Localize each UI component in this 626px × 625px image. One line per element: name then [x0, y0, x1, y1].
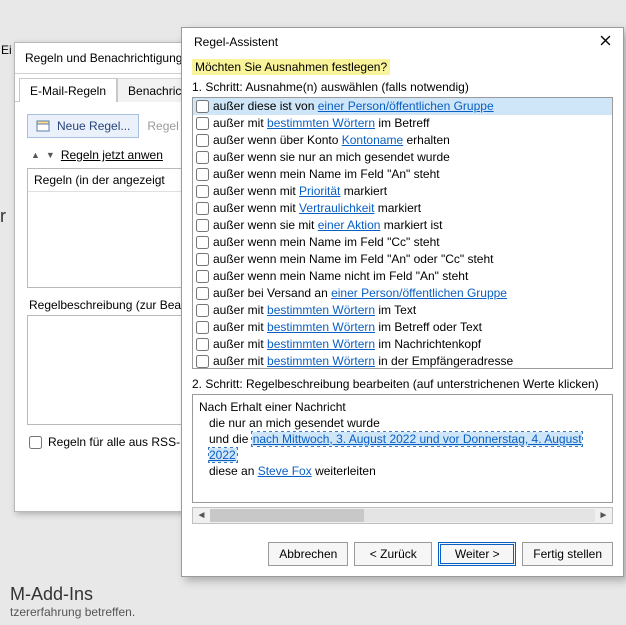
desc-line-4-post: weiterleiten: [312, 464, 376, 478]
footer-subtext: tzererfahrung betreffen.: [10, 605, 135, 619]
back-button[interactable]: < Zurück: [354, 542, 432, 566]
exception-value-link[interactable]: einer Person/öffentlichen Gruppe: [331, 286, 507, 300]
exception-value-link[interactable]: einer Person/öffentlichen Gruppe: [318, 99, 494, 113]
exception-checkbox[interactable]: [196, 168, 209, 181]
exception-value-link[interactable]: bestimmten Wörtern: [267, 337, 375, 351]
tab-email-rules[interactable]: E-Mail-Regeln: [19, 78, 117, 102]
exception-value-link[interactable]: bestimmten Wörtern: [267, 303, 375, 317]
exception-row[interactable]: außer wenn sie mit einer Aktion markiert…: [193, 217, 612, 234]
desc-line-1: Nach Erhalt einer Nachricht: [199, 399, 606, 415]
exception-row[interactable]: außer wenn mit Priorität markiert: [193, 183, 612, 200]
exception-checkbox[interactable]: [196, 100, 209, 113]
exception-checkbox[interactable]: [196, 304, 209, 317]
exception-checkbox[interactable]: [196, 151, 209, 164]
new-rule-icon: [36, 118, 52, 134]
exception-value-link[interactable]: bestimmten Wörtern: [267, 320, 375, 334]
step1-label: 1. Schritt: Ausnahme(n) auswählen (falls…: [192, 80, 613, 94]
scroll-track[interactable]: [210, 509, 595, 522]
exception-text: außer wenn mein Name im Feld "An" oder "…: [213, 252, 493, 267]
exception-checkbox[interactable]: [196, 355, 209, 368]
exception-row[interactable]: außer wenn mein Name im Feld "An" oder "…: [193, 251, 612, 268]
outer-title: Ei: [1, 43, 12, 57]
rss-checkbox-label: Regeln für alle aus RSS-Fe: [48, 435, 194, 449]
exception-value-link[interactable]: bestimmten Wörtern: [267, 116, 375, 130]
wizard-prompt: Möchten Sie Ausnahmen festlegen?: [192, 59, 390, 75]
exception-row[interactable]: außer wenn mein Name im Feld "An" steht: [193, 166, 612, 183]
forward-recipient-link[interactable]: Steve Fox: [258, 464, 312, 478]
close-button[interactable]: [596, 35, 614, 49]
rule-description-editor[interactable]: Nach Erhalt einer Nachricht die nur an m…: [192, 394, 613, 503]
exceptions-list[interactable]: außer diese ist von einer Person/öffentl…: [192, 97, 613, 369]
exception-row[interactable]: außer mit bestimmten Wörtern im Betreff: [193, 115, 612, 132]
bg-side-text: r: [0, 206, 6, 227]
exception-checkbox[interactable]: [196, 253, 209, 266]
cancel-button[interactable]: Abbrechen: [268, 542, 348, 566]
step2-label: 2. Schritt: Regelbeschreibung bearbeiten…: [192, 377, 613, 391]
up-triangle-icon[interactable]: ▲: [31, 150, 40, 160]
exception-checkbox[interactable]: [196, 202, 209, 215]
footer-heading: M-Add-Ins: [10, 584, 135, 605]
exception-text: außer wenn mit Vertraulichkeit markiert: [213, 201, 421, 216]
exception-row[interactable]: außer wenn sie nur an mich gesendet wurd…: [193, 149, 612, 166]
exception-row[interactable]: außer bei Versand an einer Person/öffent…: [193, 285, 612, 302]
exception-text: außer diese ist von einer Person/öffentl…: [213, 99, 494, 114]
exception-checkbox[interactable]: [196, 185, 209, 198]
scroll-left-arrow-icon[interactable]: ◄: [194, 510, 209, 521]
exception-text: außer mit bestimmten Wörtern im Text: [213, 303, 416, 318]
exception-row[interactable]: außer wenn mein Name im Feld "Cc" steht: [193, 234, 612, 251]
exception-row[interactable]: außer wenn über Konto Kontoname erhalten: [193, 132, 612, 149]
down-triangle-icon[interactable]: ▼: [46, 150, 55, 160]
exception-text: außer wenn sie nur an mich gesendet wurd…: [213, 150, 450, 165]
exception-value-link[interactable]: Vertraulichkeit: [299, 201, 374, 215]
exception-value-link[interactable]: bestimmten Wörtern: [267, 354, 375, 368]
exception-text: außer mit bestimmten Wörtern im Betreff: [213, 116, 430, 131]
desc-line-4-pre: diese an: [209, 464, 258, 478]
exception-text: außer wenn über Konto Kontoname erhalten: [213, 133, 450, 148]
rss-checkbox-input[interactable]: [29, 436, 42, 449]
exception-text: außer wenn mit Priorität markiert: [213, 184, 387, 199]
exception-text: außer wenn mein Name im Feld "Cc" steht: [213, 235, 440, 250]
exception-checkbox[interactable]: [196, 117, 209, 130]
exception-text: außer mit bestimmten Wörtern im Nachrich…: [213, 337, 481, 352]
horizontal-scrollbar[interactable]: ◄ ►: [192, 507, 613, 524]
exception-text: außer mit bestimmten Wörtern im Betreff …: [213, 320, 482, 335]
exception-value-link[interactable]: einer Aktion: [318, 218, 381, 232]
exception-row[interactable]: außer mit bestimmten Wörtern im Betreff …: [193, 319, 612, 336]
exception-row[interactable]: außer mit bestimmten Wörtern im Text: [193, 302, 612, 319]
next-button[interactable]: Weiter >: [438, 542, 516, 566]
exception-checkbox[interactable]: [196, 134, 209, 147]
desc-line-4: diese an Steve Fox weiterleiten: [199, 463, 606, 479]
apply-rules-now[interactable]: Regeln jetzt anwen: [61, 148, 163, 162]
exception-text: außer bei Versand an einer Person/öffent…: [213, 286, 507, 301]
exception-checkbox[interactable]: [196, 236, 209, 249]
exception-row[interactable]: außer wenn mit Vertraulichkeit markiert: [193, 200, 612, 217]
exception-row[interactable]: außer mit bestimmten Wörtern im Nachrich…: [193, 336, 612, 353]
exception-text: außer mit bestimmten Wörtern in der Empf…: [213, 354, 513, 369]
exception-row[interactable]: außer wenn mein Name nicht im Feld "An" …: [193, 268, 612, 285]
new-rule-label: Neue Regel...: [57, 119, 130, 133]
exception-value-link[interactable]: Priorität: [299, 184, 340, 198]
date-range-link[interactable]: nach Mittwoch, 3. August 2022 und vor Do…: [209, 432, 582, 462]
exception-row[interactable]: außer diese ist von einer Person/öffentl…: [193, 98, 612, 115]
desc-line-2: die nur an mich gesendet wurde: [199, 415, 606, 431]
exception-value-link[interactable]: Kontoname: [342, 133, 403, 147]
exception-checkbox[interactable]: [196, 270, 209, 283]
exception-checkbox[interactable]: [196, 219, 209, 232]
new-rule-button[interactable]: Neue Regel...: [27, 114, 139, 138]
exception-text: außer wenn mein Name nicht im Feld "An" …: [213, 269, 468, 284]
desc-line-3-pre: und die: [209, 432, 252, 446]
exception-text: außer wenn mein Name im Feld "An" steht: [213, 167, 440, 182]
scroll-thumb[interactable]: [210, 509, 364, 522]
exception-checkbox[interactable]: [196, 287, 209, 300]
exception-row[interactable]: außer mit bestimmten Wörtern in der Empf…: [193, 353, 612, 369]
desc-line-3: und die nach Mittwoch, 3. August 2022 un…: [199, 431, 606, 463]
finish-button[interactable]: Fertig stellen: [522, 542, 613, 566]
exception-text: außer wenn sie mit einer Aktion markiert…: [213, 218, 442, 233]
close-icon: [600, 35, 611, 46]
wizard-title: Regel-Assistent: [194, 35, 278, 49]
rules-wizard-dialog: Regel-Assistent Möchten Sie Ausnahmen fe…: [181, 27, 624, 577]
scroll-right-arrow-icon[interactable]: ►: [596, 510, 611, 521]
exception-checkbox[interactable]: [196, 338, 209, 351]
exception-checkbox[interactable]: [196, 321, 209, 334]
